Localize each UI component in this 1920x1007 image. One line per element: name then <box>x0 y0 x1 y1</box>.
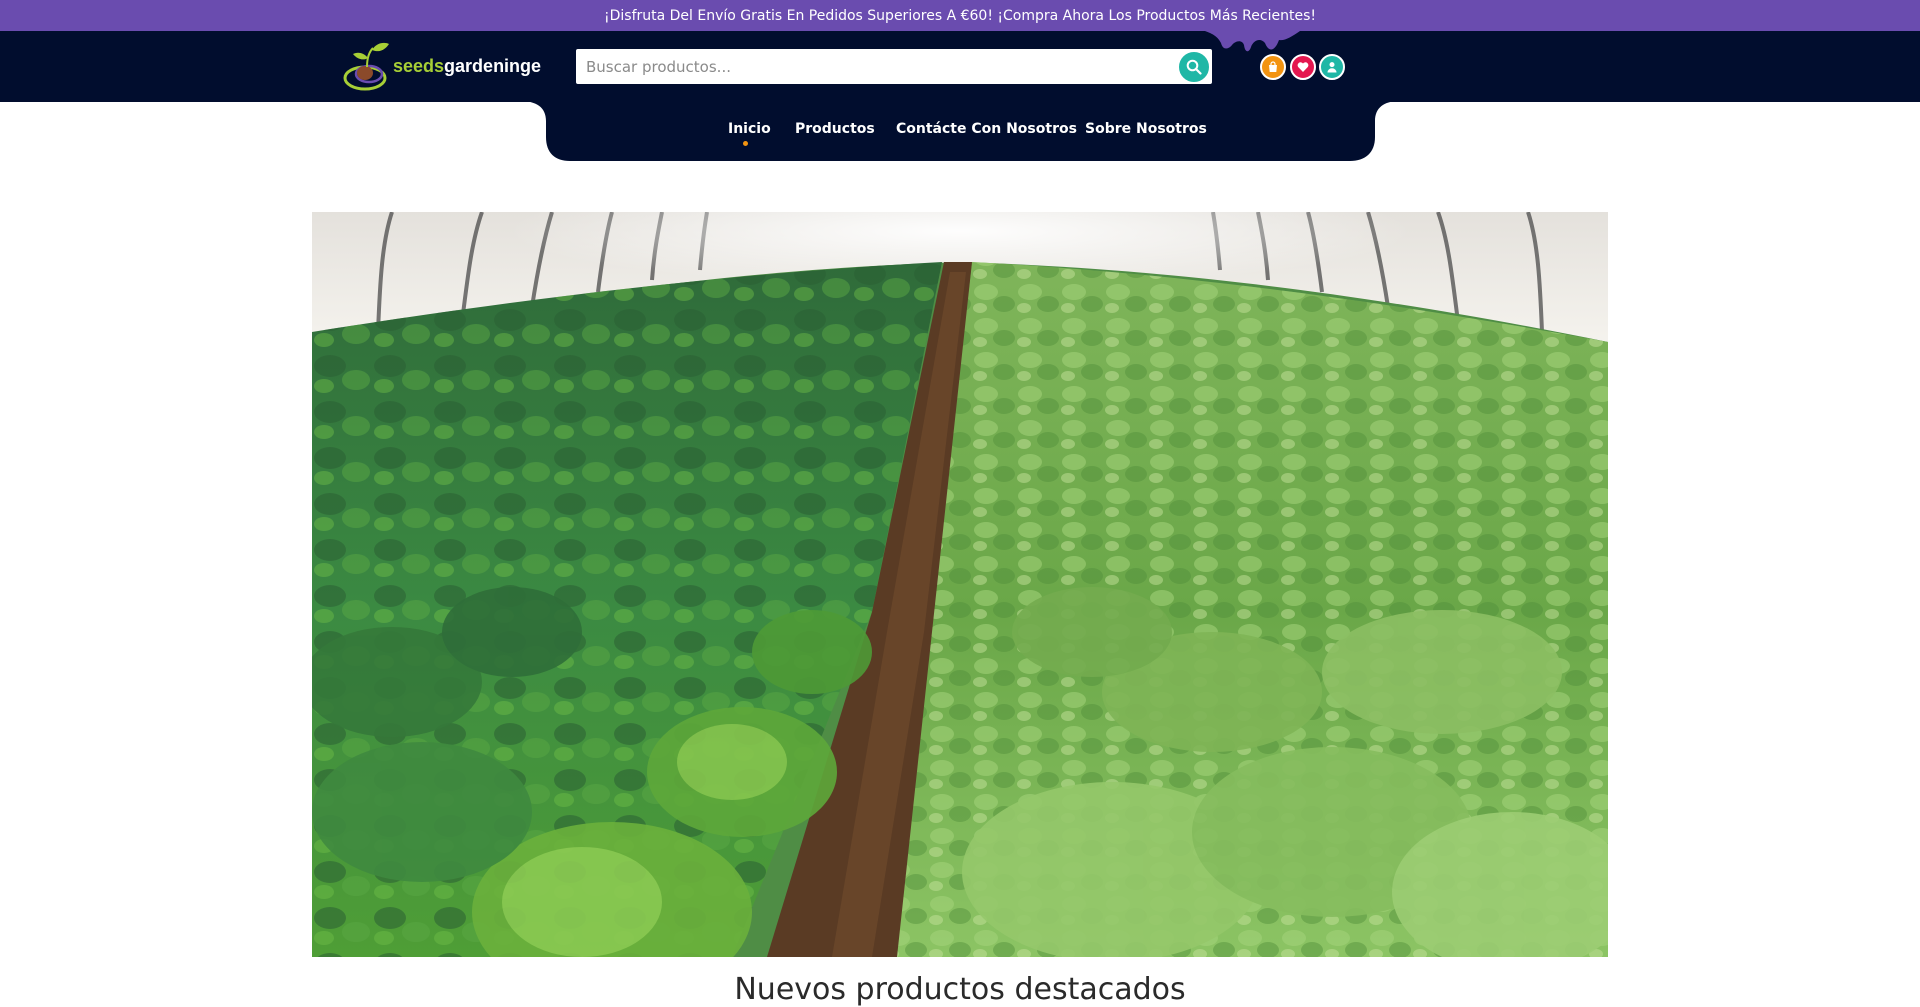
nav-item-contacto[interactable]: Contácte Con Nosotros <box>896 121 1077 137</box>
cart-button[interactable] <box>1260 54 1286 80</box>
logo-text-gardeninge: gardeninge <box>444 55 542 76</box>
site-logo[interactable]: seedsgardeninge <box>343 40 541 92</box>
cart-icon <box>1269 61 1277 72</box>
nav-item-sobre-nosotros[interactable]: Sobre Nosotros <box>1085 121 1207 137</box>
search-icon <box>1186 59 1202 75</box>
nav-active-indicator <box>743 141 748 146</box>
wishlist-button[interactable] <box>1290 54 1316 80</box>
header-drip-decoration <box>1205 31 1300 52</box>
greenhouse-lettuce-image <box>312 212 1608 957</box>
account-button[interactable] <box>1319 54 1345 80</box>
promo-bar: ¡Disfruta Del Envío Gratis En Pedidos Su… <box>0 0 1920 31</box>
section-title-featured: Nuevos productos destacados <box>734 972 1186 1007</box>
logo-text-seeds: seeds <box>393 55 445 76</box>
heart-icon <box>1297 62 1309 72</box>
search-box <box>576 49 1212 84</box>
search-input[interactable] <box>576 49 1166 84</box>
promo-text: ¡Disfruta Del Envío Gratis En Pedidos Su… <box>604 7 1316 24</box>
search-button[interactable] <box>1177 50 1211 84</box>
hero-banner-image[interactable] <box>312 212 1608 957</box>
sprout-logo-icon <box>343 42 389 91</box>
user-icon <box>1327 62 1337 73</box>
nav-item-productos[interactable]: Productos <box>795 121 875 137</box>
nav-item-inicio[interactable]: Inicio <box>728 121 771 137</box>
